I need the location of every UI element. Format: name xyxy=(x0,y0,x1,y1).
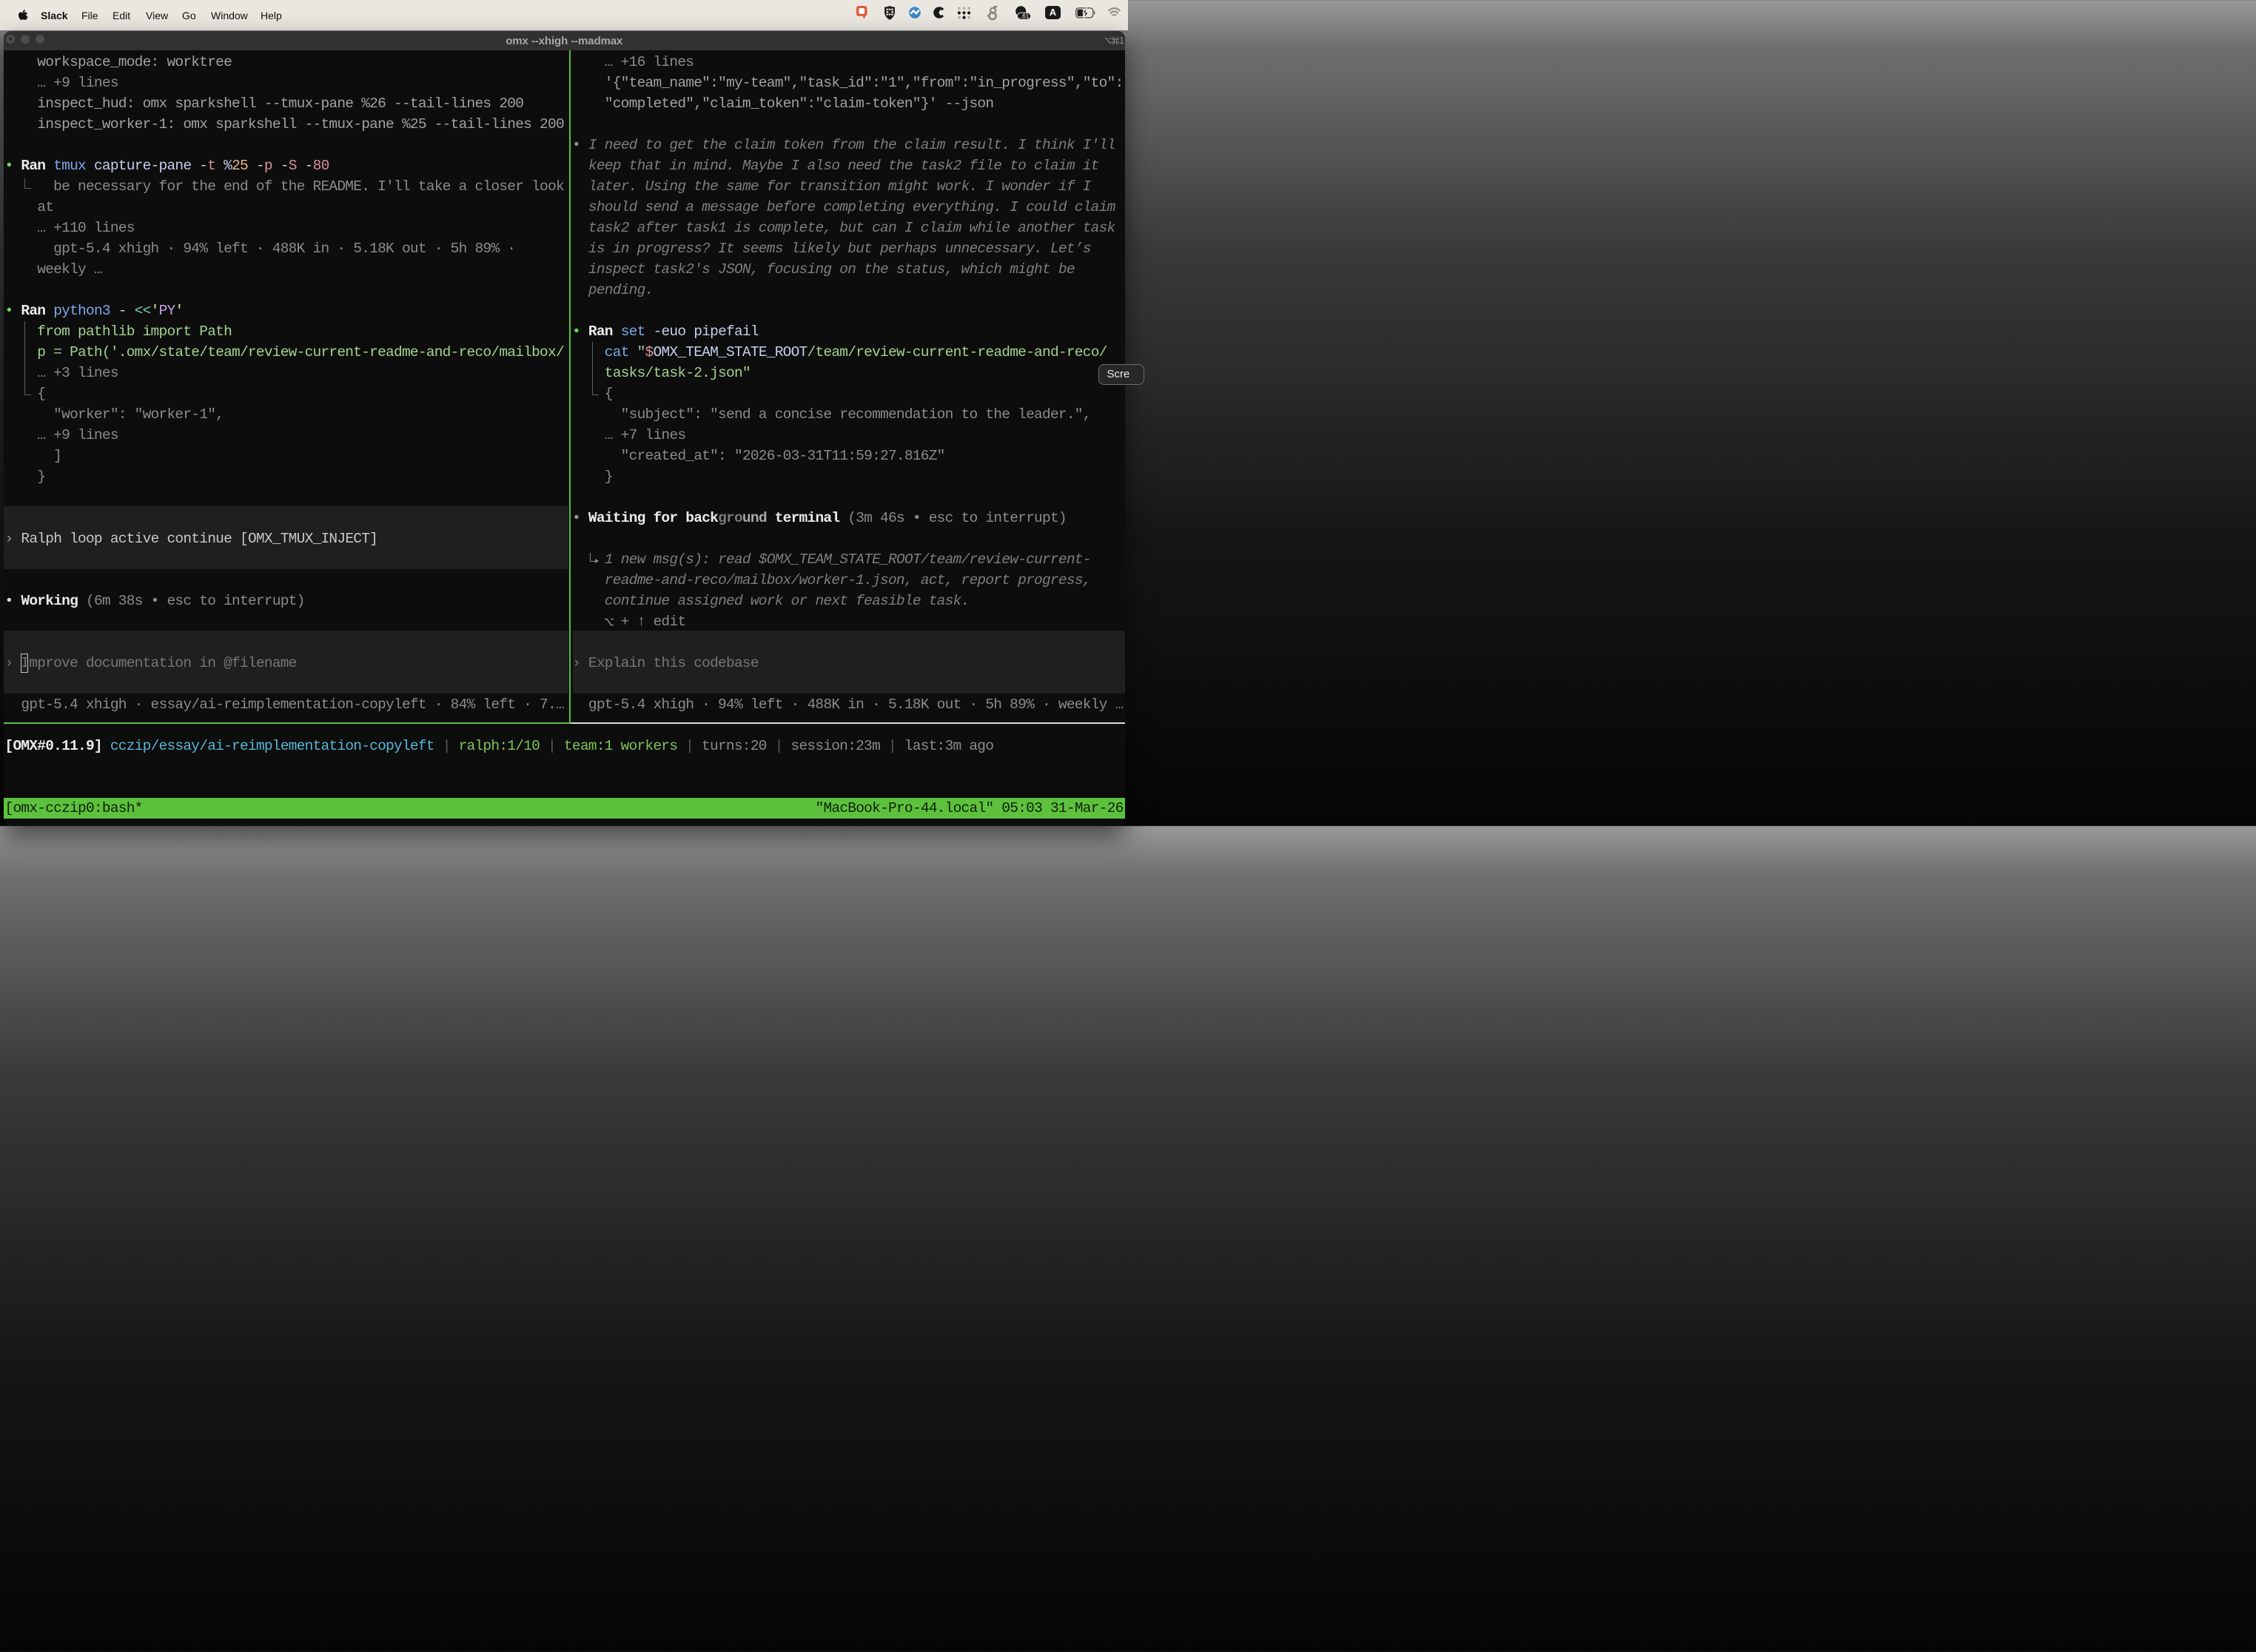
svg-text:..61: ..61 xyxy=(1019,13,1030,19)
